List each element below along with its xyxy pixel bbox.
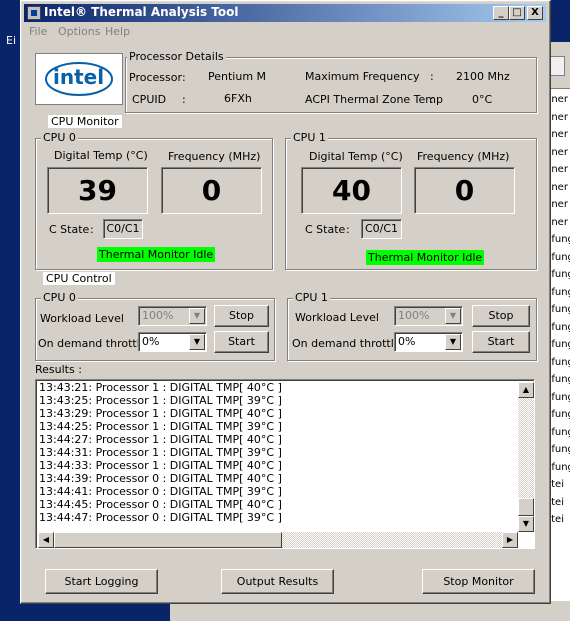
stop-monitor-button[interactable]: Stop Monitor (422, 569, 535, 594)
scroll-down-button[interactable]: ▼ (518, 516, 534, 532)
desktop-background (0, 0, 20, 620)
menu-file[interactable]: File (29, 25, 47, 38)
results-line: 13:43:21: Processor 1 : DIGITAL TMP[ 40°… (39, 381, 282, 394)
cpu1-status-badge: Thermal Monitor Idle (366, 250, 485, 265)
cpu1-monitor-label: CPU 1 (291, 131, 328, 144)
menu-bar: File Options Help (24, 23, 546, 41)
acpi-temp-label: ACPI Thermal Zone Temp (305, 93, 443, 106)
results-line: 13:44:33: Processor 1 : DIGITAL TMP[ 40°… (39, 459, 282, 472)
cpu1-cstate-label: C State (305, 223, 346, 236)
cpu0-throttle-select[interactable]: 0% ▼ (138, 332, 207, 352)
cpu1-cstate-sep: : (346, 223, 350, 236)
scroll-left-button[interactable]: ◀ (38, 532, 54, 548)
cpuid-value: 6FXh (224, 92, 252, 105)
processor-sep: : (182, 71, 186, 84)
results-line: 13:43:25: Processor 1 : DIGITAL TMP[ 39°… (39, 394, 282, 407)
processor-details-label: Processor Details (127, 50, 226, 63)
cpu1-workload-label: Workload Level (295, 311, 379, 324)
cpu1-digital-temp-value: 40 (301, 167, 402, 214)
main-window: Intel® Thermal Analysis Tool _ □ X File … (20, 0, 551, 604)
chevron-down-icon[interactable]: ▼ (189, 334, 205, 350)
results-line: 13:44:25: Processor 1 : DIGITAL TMP[ 39°… (39, 420, 282, 433)
app-icon[interactable] (27, 6, 41, 20)
cpuid-label: CPUID (132, 93, 167, 106)
results-listbox[interactable]: 13:43:21: Processor 1 : DIGITAL TMP[ 40°… (35, 379, 535, 549)
cpu1-frequency-label: Frequency (MHz) (417, 150, 510, 163)
max-frequency-value: 2100 Mhz (456, 70, 510, 83)
desktop-label: Ei (6, 34, 17, 47)
chevron-down-icon: ▼ (445, 308, 461, 324)
acpi-temp-value: 0°C (472, 93, 493, 106)
cpu1-workload-select: 100% ▼ (394, 306, 463, 326)
processor-value: Pentium M (208, 70, 267, 83)
cpu0-digital-temp-value: 39 (47, 167, 148, 214)
cpu0-start-button[interactable]: Start (214, 331, 269, 353)
results-label: Results : (35, 363, 82, 376)
chevron-down-icon[interactable]: ▼ (445, 334, 461, 350)
title-bar[interactable]: Intel® Thermal Analysis Tool _ □ X (24, 4, 546, 22)
vertical-scroll-thumb[interactable] (518, 498, 534, 516)
results-line: 13:44:39: Processor 0 : DIGITAL TMP[ 40°… (39, 472, 282, 485)
cpu0-cstate-label: C State (49, 223, 90, 236)
cpu1-digital-temp-label: Digital Temp (°C) (309, 150, 403, 163)
max-frequency-label: Maximum Frequency (305, 70, 420, 83)
cpu1-throttle-label: On demand throttle (292, 337, 401, 350)
cpu0-control-label: CPU 0 (41, 291, 78, 304)
cpu0-status-badge: Thermal Monitor Idle (97, 247, 216, 262)
results-list: 13:43:21: Processor 1 : DIGITAL TMP[ 40°… (39, 381, 514, 524)
cpuid-sep: : (182, 93, 186, 106)
cpu-monitor-label: CPU Monitor (48, 115, 122, 128)
cpu0-workload-label: Workload Level (40, 312, 124, 325)
cpu-control-label: CPU Control (43, 272, 115, 285)
scroll-right-button[interactable]: ▶ (502, 532, 518, 548)
cpu0-frequency-label: Frequency (MHz) (168, 150, 261, 163)
menu-help[interactable]: Help (105, 25, 130, 38)
results-line: 13:44:47: Processor 0 : DIGITAL TMP[ 39°… (39, 511, 282, 524)
cpu0-throttle-label: On demand throttle (38, 337, 147, 350)
intel-logo-text: intel (53, 65, 105, 89)
max-frequency-sep: : (430, 70, 434, 83)
maximize-button[interactable]: □ (509, 6, 525, 20)
results-line: 13:44:31: Processor 1 : DIGITAL TMP[ 39°… (39, 446, 282, 459)
cpu1-start-button[interactable]: Start (472, 331, 530, 353)
cpu0-stop-button[interactable]: Stop (214, 305, 269, 327)
scroll-up-button[interactable]: ▲ (518, 382, 534, 398)
cpu1-throttle-select[interactable]: 0% ▼ (394, 332, 463, 352)
cpu1-frequency-value: 0 (414, 167, 515, 214)
acpi-temp-sep: : (430, 93, 434, 106)
minimize-button[interactable]: _ (493, 6, 509, 20)
results-line: 13:44:45: Processor 0 : DIGITAL TMP[ 40°… (39, 498, 282, 511)
window-title: Intel® Thermal Analysis Tool (44, 5, 239, 19)
cpu1-cstate-value: C0/C1 (361, 219, 402, 239)
results-line: 13:43:29: Processor 1 : DIGITAL TMP[ 40°… (39, 407, 282, 420)
menu-options[interactable]: Options (58, 25, 100, 38)
results-line: 13:44:27: Processor 1 : DIGITAL TMP[ 40°… (39, 433, 282, 446)
close-button[interactable]: X (527, 6, 543, 20)
cpu0-digital-temp-label: Digital Temp (°C) (54, 149, 148, 162)
cpu0-cstate-sep: : (90, 223, 94, 236)
output-results-button[interactable]: Output Results (221, 569, 334, 594)
chevron-down-icon: ▼ (189, 308, 205, 324)
horizontal-scroll-track[interactable] (282, 532, 502, 548)
cpu0-workload-select: 100% ▼ (138, 306, 207, 326)
cpu1-control-label: CPU 1 (293, 291, 330, 304)
cpu0-frequency-value: 0 (161, 167, 262, 214)
results-line: 13:44:41: Processor 0 : DIGITAL TMP[ 39°… (39, 485, 282, 498)
cpu1-stop-button[interactable]: Stop (472, 305, 530, 327)
cpu0-monitor-label: CPU 0 (41, 131, 78, 144)
intel-logo: intel (35, 53, 123, 105)
cpu0-cstate-value: C0/C1 (103, 219, 143, 239)
processor-label: Processor (129, 71, 182, 84)
horizontal-scroll-thumb[interactable] (54, 532, 282, 548)
start-logging-button[interactable]: Start Logging (45, 569, 158, 594)
